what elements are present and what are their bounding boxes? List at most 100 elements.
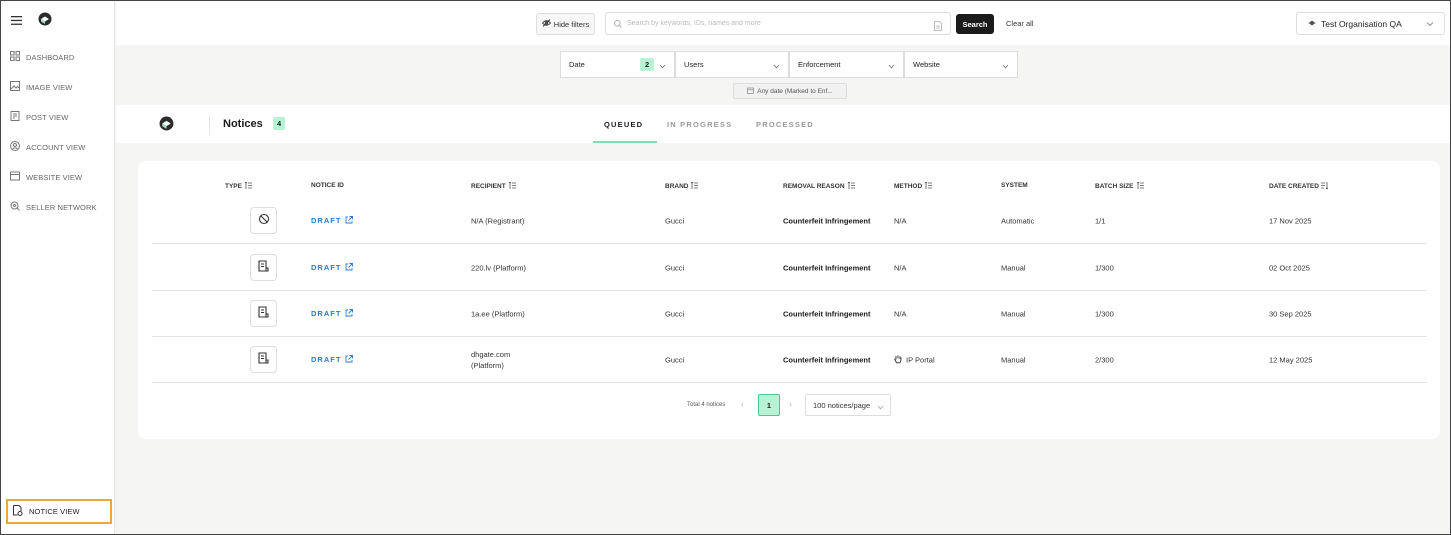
external-link-icon bbox=[345, 308, 354, 319]
column-header-removal-reason[interactable]: REMOVAL REASON bbox=[783, 181, 855, 191]
notice-id-link[interactable]: DRAFT bbox=[311, 354, 354, 365]
sidebar-item-account-view[interactable]: ACCOUNT VIEW bbox=[1, 132, 114, 162]
external-link-icon bbox=[345, 354, 354, 365]
column-header-brand[interactable]: BRAND bbox=[665, 181, 699, 191]
sort-icon[interactable] bbox=[508, 181, 516, 191]
sort-icon[interactable] bbox=[244, 181, 252, 191]
divider bbox=[209, 115, 210, 135]
active-filter-label: Any date (Marked to Enf... bbox=[757, 87, 833, 95]
sort-icon[interactable] bbox=[690, 181, 699, 191]
table-row[interactable]: DRAFT 220.lv (Platform) Gucci Counterfei… bbox=[152, 245, 1427, 291]
filter-date[interactable]: Date 2 bbox=[560, 51, 675, 78]
removal-reason-cell: Counterfeit Infringement bbox=[783, 216, 871, 225]
notice-id-link[interactable]: DRAFT bbox=[311, 262, 354, 273]
header-label: REMOVAL REASON bbox=[783, 183, 845, 190]
sort-icon[interactable] bbox=[924, 181, 933, 191]
notice-icon bbox=[12, 505, 23, 518]
page-size-select[interactable]: 100 notices/page bbox=[805, 394, 891, 416]
hamburger-icon[interactable] bbox=[11, 12, 22, 30]
column-header-recipient[interactable]: RECIPIENT bbox=[471, 181, 516, 191]
sidebar-item-label: DASHBOARD bbox=[26, 52, 75, 62]
table-row[interactable]: DRAFT N/A (Registrant) Gucci Counterfeit… bbox=[152, 198, 1427, 244]
system-cell: Manual bbox=[1001, 355, 1026, 364]
document-search-icon[interactable] bbox=[934, 18, 942, 36]
sidebar-item-notice-view[interactable]: NOTICE VIEW bbox=[6, 499, 112, 524]
chevron-left-icon[interactable]: ‹ bbox=[741, 399, 744, 409]
brand-logo-icon bbox=[159, 116, 174, 136]
sort-icon[interactable] bbox=[1136, 181, 1144, 191]
search-box[interactable] bbox=[605, 12, 951, 35]
search-icon bbox=[614, 15, 622, 33]
tab-in-progress[interactable]: IN PROGRESS bbox=[667, 120, 732, 129]
recipient-line: 220.lv (Platform) bbox=[471, 263, 527, 272]
date-created-cell: 30 Sep 2025 bbox=[1269, 309, 1312, 318]
notice-id-label: DRAFT bbox=[311, 216, 342, 225]
clear-all-button[interactable]: Clear all bbox=[1006, 19, 1034, 28]
method-cell: N/A bbox=[894, 263, 907, 272]
sidebar-item-website-view[interactable]: WEBSITE VIEW bbox=[1, 162, 114, 192]
system-cell: Automatic bbox=[1001, 216, 1035, 225]
date-created-cell: 12 May 2025 bbox=[1269, 355, 1313, 364]
active-filter-chip[interactable]: Any date (Marked to Enf... bbox=[733, 83, 847, 99]
type-cell bbox=[250, 254, 277, 281]
method-cell: IP Portal bbox=[894, 354, 935, 365]
external-link-icon bbox=[345, 215, 354, 226]
brand-cell: Gucci bbox=[665, 309, 685, 318]
eye-off-icon bbox=[541, 19, 551, 29]
app-logo-icon[interactable] bbox=[38, 12, 52, 31]
page-number-button[interactable]: 1 bbox=[758, 394, 780, 416]
column-header-method[interactable]: METHOD bbox=[894, 181, 933, 191]
table-row[interactable]: DRAFT dhgate.com (Platform) Gucci Counter… bbox=[152, 337, 1427, 383]
top-bar: Hide filters Search Clear all Test Organ… bbox=[116, 1, 1450, 45]
notice-id-link[interactable]: DRAFT bbox=[311, 308, 354, 319]
notice-id-label: DRAFT bbox=[311, 355, 342, 364]
chevron-right-icon[interactable]: › bbox=[789, 399, 792, 409]
filter-users[interactable]: Users bbox=[675, 51, 789, 78]
notice-id-label: DRAFT bbox=[311, 263, 342, 272]
organisation-selector[interactable]: Test Organisation QA bbox=[1296, 12, 1445, 35]
chevron-down-icon bbox=[1002, 62, 1009, 71]
date-created-cell: 02 Oct 2025 bbox=[1269, 263, 1310, 272]
recipient-cell: dhgate.com (Platform) bbox=[471, 349, 510, 371]
batch-size-cell: 1/300 bbox=[1095, 309, 1114, 318]
sort-icon[interactable] bbox=[847, 181, 855, 191]
column-header-date-created[interactable]: DATE CREATED bbox=[1269, 182, 1329, 191]
header-label: SYSTEM bbox=[1001, 182, 1028, 189]
search-input[interactable] bbox=[627, 20, 927, 27]
notice-id-link[interactable]: DRAFT bbox=[311, 215, 354, 226]
removal-reason-cell: Counterfeit Infringement bbox=[783, 355, 871, 364]
sidebar: DASHBOARD IMAGE VIEW POST VIEW ACCOUNT V… bbox=[1, 1, 115, 534]
notice-id-label: DRAFT bbox=[311, 309, 342, 318]
active-tab-indicator bbox=[593, 141, 657, 143]
table-row[interactable]: DRAFT 1a.ee (Platform) Gucci Counterfeit… bbox=[152, 291, 1427, 337]
domain-notice-icon bbox=[258, 212, 270, 230]
search-button[interactable]: Search bbox=[956, 14, 994, 34]
sidebar-item-image-view[interactable]: IMAGE VIEW bbox=[1, 72, 114, 102]
filter-label: Website bbox=[913, 60, 940, 69]
column-header-type[interactable]: TYPE bbox=[225, 181, 252, 191]
organisation-logo-icon bbox=[1308, 19, 1316, 29]
removal-reason-cell: Counterfeit Infringement bbox=[783, 309, 871, 318]
hide-filters-button[interactable]: Hide filters bbox=[536, 13, 595, 35]
chevron-down-icon bbox=[659, 62, 666, 71]
calendar-icon bbox=[747, 87, 755, 96]
column-header-batch-size[interactable]: BATCH SIZE bbox=[1095, 181, 1144, 191]
sidebar-item-seller-network[interactable]: SELLER NETWORK bbox=[1, 192, 114, 222]
sidebar-item-dashboard[interactable]: DASHBOARD bbox=[1, 42, 114, 72]
page-title: Notices bbox=[223, 118, 263, 130]
sidebar-item-label: SELLER NETWORK bbox=[26, 202, 97, 212]
sort-descending-icon[interactable] bbox=[1320, 182, 1329, 191]
hide-filters-label: Hide filters bbox=[553, 19, 590, 29]
tab-queued[interactable]: QUEUED bbox=[604, 120, 643, 129]
type-cell bbox=[250, 300, 277, 327]
recipient-cell: N/A (Registrant) bbox=[471, 216, 524, 225]
notices-table-card: TYPE NOTICE ID RECIPIENT BRAND REMOVAL R… bbox=[138, 161, 1440, 439]
sidebar-item-post-view[interactable]: POST VIEW bbox=[1, 102, 114, 132]
pagination-total: Total 4 notices bbox=[687, 402, 726, 408]
account-icon bbox=[10, 141, 20, 153]
filter-website[interactable]: Website bbox=[904, 51, 1018, 78]
brand-cell: Gucci bbox=[665, 263, 685, 272]
header-label: NOTICE ID bbox=[311, 182, 344, 189]
filter-enforcement[interactable]: Enforcement bbox=[789, 51, 904, 78]
tab-processed[interactable]: PROCESSED bbox=[756, 120, 814, 129]
